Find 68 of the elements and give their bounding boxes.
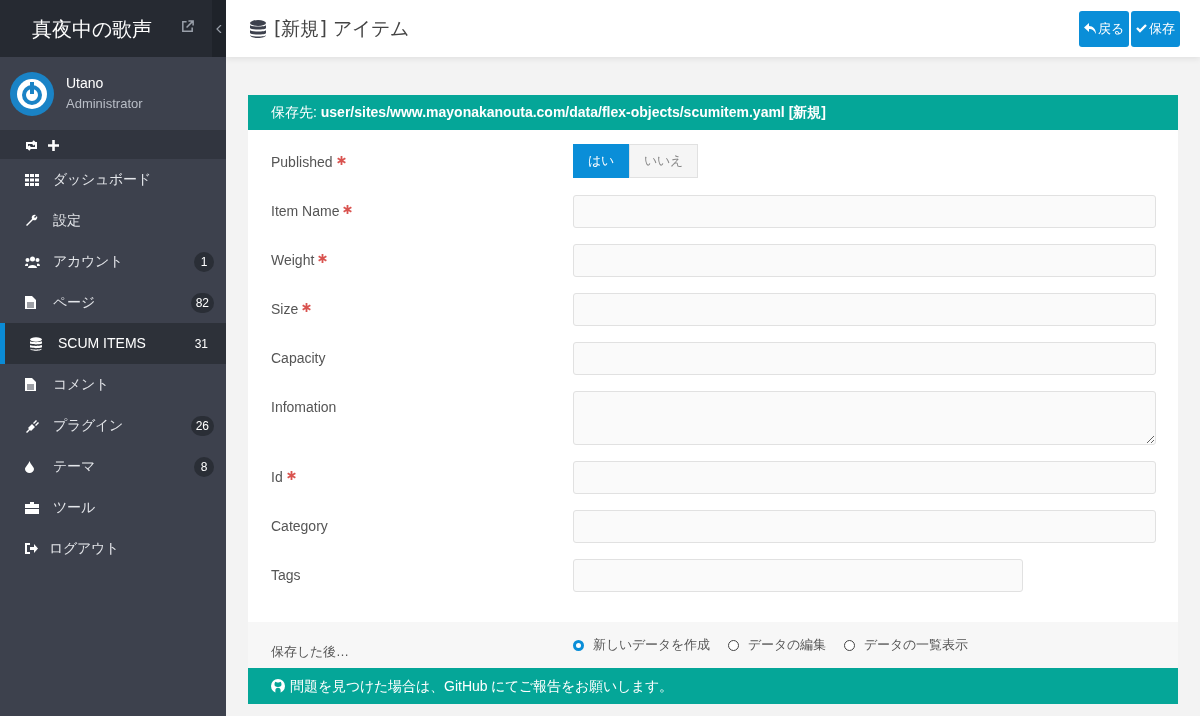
wrench-icon [25, 214, 38, 227]
toggle-option[interactable]: いいえ [629, 144, 698, 178]
footer-message: 問題を見つけた場合は、GitHub にてご報告をお願いします。 [290, 676, 674, 696]
input-field[interactable] [573, 293, 1156, 326]
save-path-text: 保存先: user/sites/www.mayonakanouta.com/data/flex-objects/scumitem.yaml [新規] [248, 95, 1178, 130]
sidebar-item[interactable]: SCUM ITEMS 31 [0, 323, 226, 364]
users-icon [25, 255, 40, 268]
plus-icon[interactable] [48, 139, 59, 151]
github-icon [271, 679, 285, 693]
field-label: Id [271, 468, 283, 487]
plug-icon [25, 418, 39, 433]
drop-icon [25, 460, 34, 473]
external-link-icon[interactable] [180, 19, 195, 34]
sidebar-item[interactable]: プラグイン 26 [0, 405, 226, 446]
field-label: Capacity [271, 349, 326, 368]
page-title: [新規] アイテム [274, 16, 409, 42]
back-button[interactable]: 戻る [1079, 10, 1129, 47]
document-icon [25, 378, 36, 391]
radio-label: 新しいデータを作成 [593, 636, 710, 655]
sidebar-item[interactable]: ツール [0, 487, 226, 528]
input-field[interactable] [573, 195, 1156, 228]
input-field[interactable] [573, 510, 1156, 543]
avatar-icon [10, 71, 54, 116]
field-label: Item Name [271, 202, 340, 221]
input-field[interactable] [573, 244, 1156, 277]
count-badge: 8 [194, 456, 214, 477]
reply-icon [1084, 23, 1096, 34]
briefcase-icon [25, 501, 39, 514]
count-badge: 82 [190, 292, 214, 313]
item-count: 31 [193, 335, 209, 353]
sidebar-item[interactable]: 設定 [0, 200, 226, 241]
user-role: Administrator [66, 95, 143, 114]
radio-button[interactable] [728, 639, 739, 651]
sidebar-item[interactable]: ログアウト [0, 528, 226, 569]
field-label: Weight [271, 251, 315, 270]
user-name: Utano [66, 74, 105, 94]
save-button[interactable]: 保存 [1131, 10, 1180, 47]
text-area[interactable] [573, 391, 1156, 445]
toggle-option[interactable]: はい [573, 144, 629, 178]
field-label: Infomation [271, 398, 337, 417]
sidebar-item[interactable]: ダッシュボード [0, 159, 226, 200]
sidebar-item[interactable]: テーマ 8 [0, 446, 226, 487]
swap-icon[interactable] [25, 139, 38, 151]
document-icon [25, 296, 36, 309]
field-label: Tags [271, 566, 301, 585]
field-label: Size [271, 300, 299, 319]
radio-label: データの一覧表示 [864, 636, 968, 655]
input-field[interactable] [573, 342, 1156, 375]
database-icon [250, 19, 266, 38]
field-label: Category [271, 517, 328, 536]
tags-field[interactable] [573, 559, 1023, 592]
collapse-tab[interactable] [212, 0, 226, 57]
radio-label: データの編集 [748, 636, 826, 655]
sign-out-icon [25, 543, 38, 554]
field-label: Published [271, 153, 333, 172]
input-field[interactable] [573, 461, 1156, 494]
grid-icon [25, 173, 39, 186]
sidebar-item[interactable]: コメント [0, 364, 226, 405]
after-save-label: 保存した後… [271, 643, 350, 662]
database-icon [30, 336, 42, 351]
count-badge: 1 [194, 251, 214, 272]
sidebar-item[interactable]: アカウント 1 [0, 241, 226, 282]
radio-button[interactable] [844, 639, 855, 651]
chevron-left-icon [216, 24, 222, 33]
radio-button[interactable] [573, 639, 584, 651]
sidebar-item[interactable]: ページ 82 [0, 282, 226, 323]
check-icon [1136, 24, 1147, 33]
count-badge: 26 [190, 415, 214, 436]
